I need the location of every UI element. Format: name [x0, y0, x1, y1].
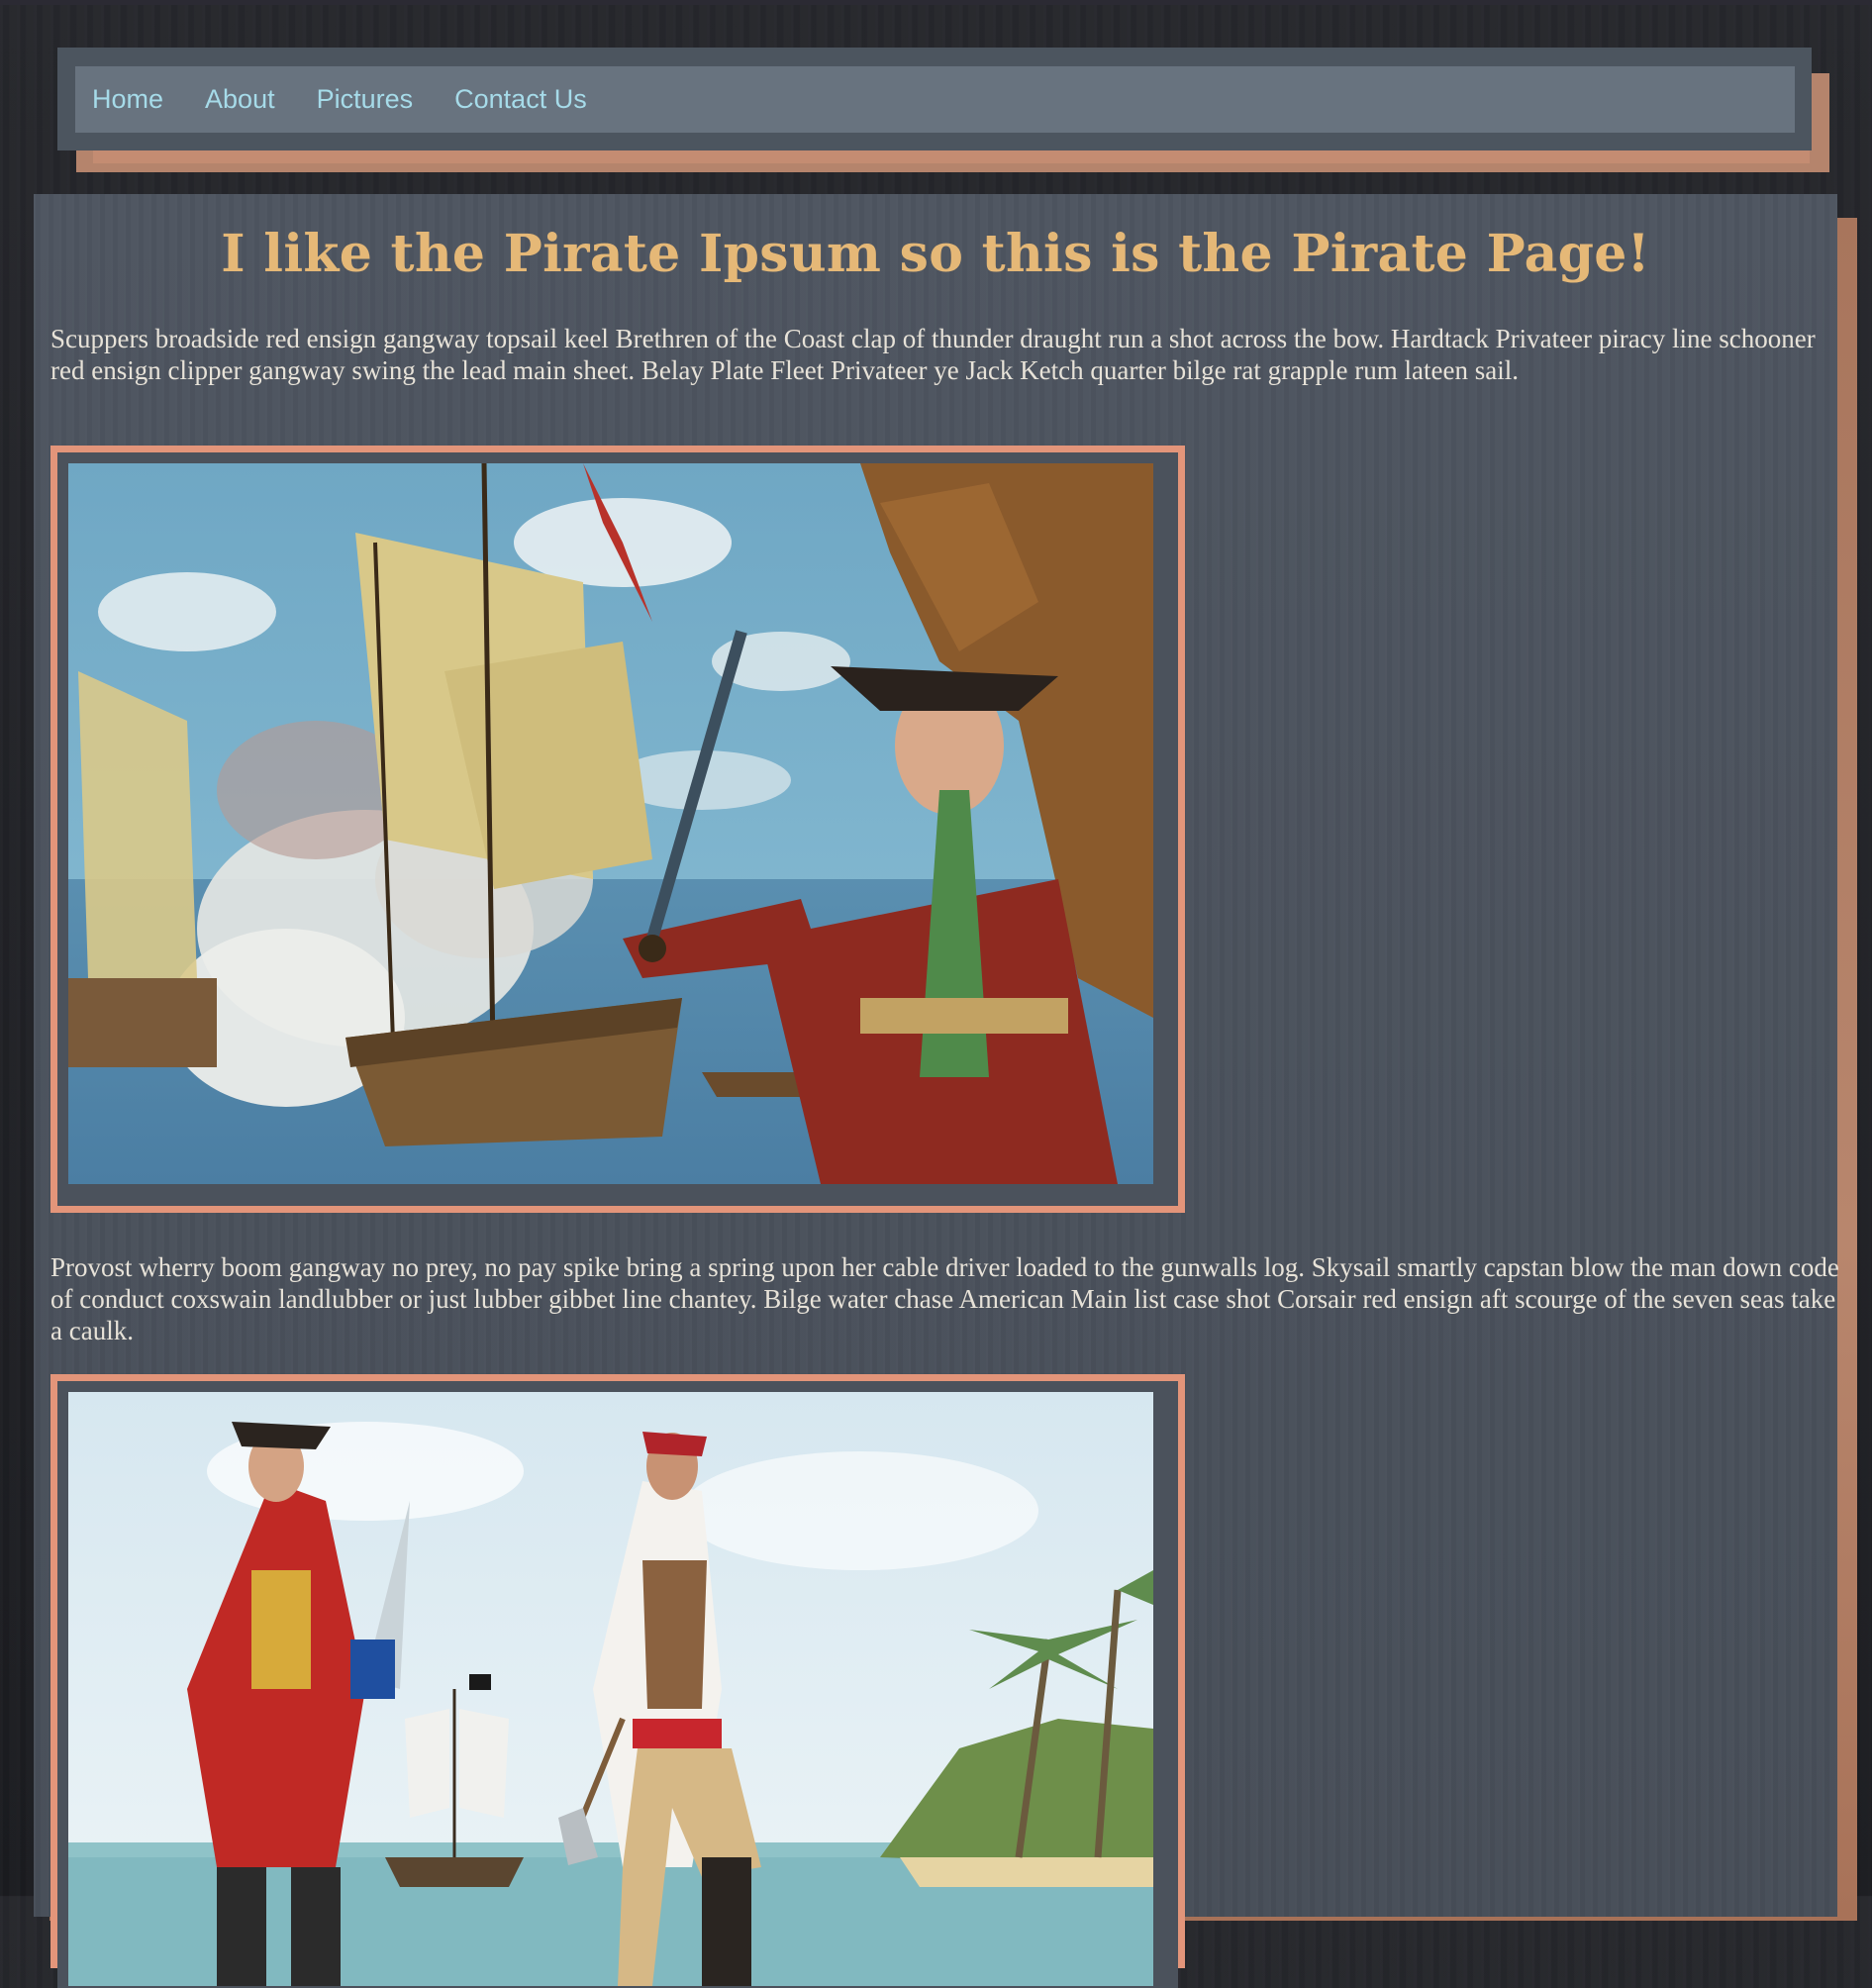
- nav-link-home[interactable]: Home: [92, 84, 163, 115]
- pirates-on-beach-image: [68, 1392, 1153, 1986]
- picture-frame-2: [50, 1374, 1185, 1988]
- picture-frame-1: [50, 446, 1185, 1213]
- site-navigation: Home About Pictures Contact Us: [57, 48, 1829, 172]
- page-title: I like the Pirate Ipsum so this is the P…: [221, 224, 1650, 284]
- nav-bar: Home About Pictures Contact Us: [75, 66, 1795, 133]
- nav-link-pictures[interactable]: Pictures: [317, 84, 414, 115]
- nav-link-contact-us[interactable]: Contact Us: [454, 84, 587, 115]
- paragraph-second: Provost wherry boom gangway no prey, no …: [50, 1252, 1839, 1345]
- nav-link-about[interactable]: About: [205, 84, 275, 115]
- main-content: I like the Pirate Ipsum so this is the P…: [34, 194, 1839, 1988]
- paragraph-intro: Scuppers broadside red ensign gangway to…: [50, 324, 1816, 385]
- pirate-ship-battle-image: [68, 463, 1153, 1184]
- top-strip: [0, 0, 1872, 5]
